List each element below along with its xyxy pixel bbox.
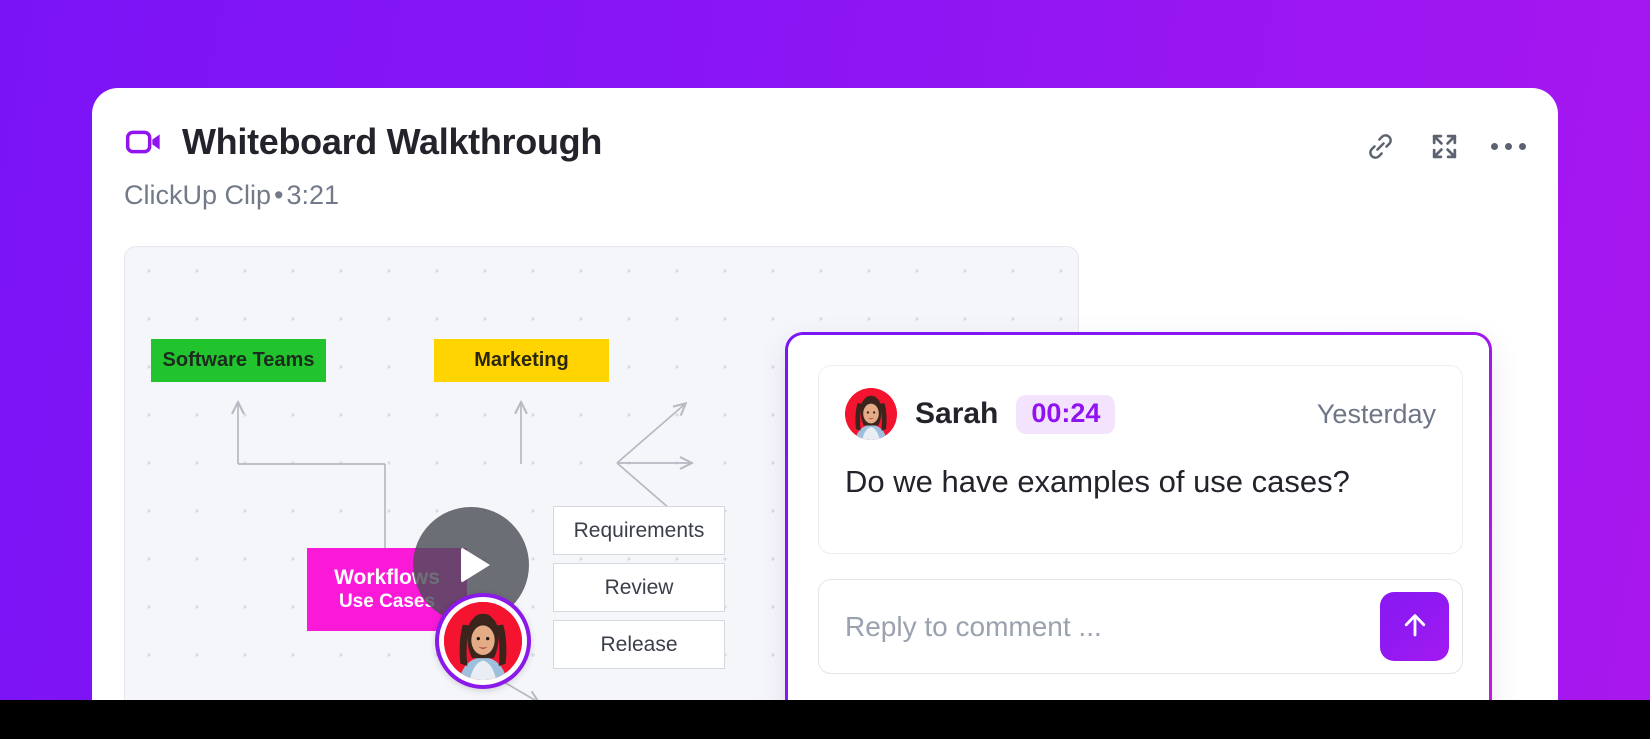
bottom-bar — [0, 700, 1650, 739]
more-options-button[interactable] — [1486, 124, 1530, 168]
avatar[interactable] — [845, 388, 897, 440]
flow-box-label: Requirements — [573, 518, 705, 542]
clip-duration: 3:21 — [286, 180, 340, 210]
reply-row — [818, 579, 1463, 674]
expand-button[interactable] — [1422, 124, 1466, 168]
flow-box-release[interactable]: Release — [553, 620, 725, 669]
screenshot-root: Whiteboard Walkthrough ClickUp Clip • 3:21 — [0, 0, 1650, 739]
flow-box-label: Review — [604, 575, 674, 599]
sticky-note-software-teams[interactable]: Software Teams — [151, 339, 326, 382]
play-icon — [461, 547, 490, 583]
comment-header: Sarah 00:24 Yesterday — [845, 388, 1436, 440]
video-camera-icon — [124, 122, 164, 162]
send-reply-button[interactable] — [1380, 592, 1449, 661]
clip-title-row: Whiteboard Walkthrough — [124, 121, 602, 163]
comment-date: Yesterday — [1316, 398, 1436, 429]
flow-box-requirements[interactable]: Requirements — [553, 506, 725, 555]
flow-box-label: Release — [600, 632, 678, 656]
avatar-image — [444, 602, 522, 680]
comment-popover: Sarah 00:24 Yesterday Do we have example… — [785, 332, 1492, 728]
reply-input[interactable] — [845, 610, 1380, 643]
expand-icon — [1429, 131, 1460, 162]
comment-item[interactable]: Sarah 00:24 Yesterday Do we have example… — [818, 365, 1463, 554]
copy-link-button[interactable] — [1358, 124, 1402, 168]
clip-header: Whiteboard Walkthrough ClickUp Clip • 3:21 — [92, 88, 1558, 238]
comment-popover-body: Sarah 00:24 Yesterday Do we have example… — [788, 335, 1489, 725]
comment-author-name: Sarah — [915, 397, 999, 430]
sticky-note-marketing[interactable]: Marketing — [434, 339, 609, 382]
sticky-note-label: Software Teams — [162, 348, 315, 371]
subtitle-separator: • — [274, 180, 284, 210]
whiteboard-pin-avatar[interactable] — [435, 593, 531, 689]
header-actions — [1358, 124, 1530, 168]
sticky-note-label: Marketing — [474, 348, 569, 371]
clip-source-label: ClickUp Clip — [124, 180, 272, 210]
avatar-image — [845, 388, 897, 440]
arrow-up-icon — [1398, 608, 1432, 645]
comment-body-text: Do we have examples of use cases? — [845, 464, 1350, 499]
flow-box-review[interactable]: Review — [553, 563, 725, 612]
page-title: Whiteboard Walkthrough — [182, 121, 603, 162]
clip-subtitle: ClickUp Clip • 3:21 — [124, 180, 339, 211]
link-icon — [1365, 131, 1396, 162]
clip-card: Whiteboard Walkthrough ClickUp Clip • 3:21 — [92, 88, 1558, 739]
comment-timestamp-badge[interactable]: 00:24 — [1016, 394, 1116, 434]
ellipsis-icon — [1490, 142, 1526, 150]
